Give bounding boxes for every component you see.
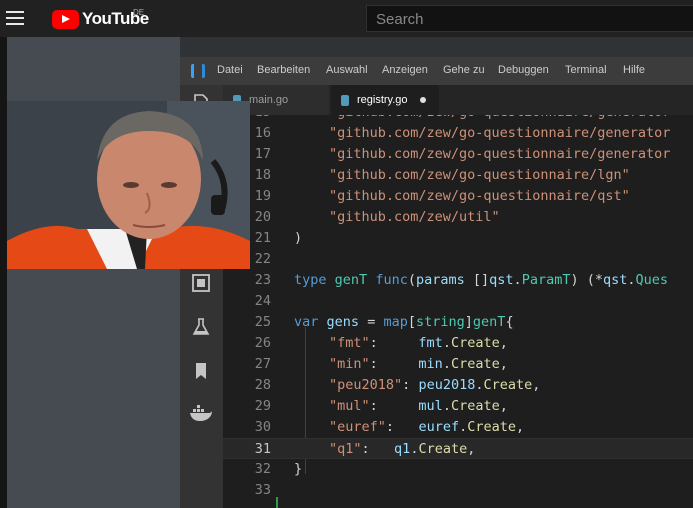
- search-input[interactable]: Search: [366, 5, 693, 32]
- line-number: 27: [254, 356, 271, 372]
- code-text: }: [294, 461, 303, 477]
- editor-tabs: main.go registry.go: [223, 85, 693, 115]
- code-line[interactable]: 27 "min": min.Create,: [223, 354, 693, 375]
- line-number: 25: [254, 314, 271, 330]
- code-line[interactable]: 25 var gens = map[string]genT{: [223, 312, 693, 333]
- code-text: "github.com/zew/go-questionnaire/qst": [329, 188, 630, 204]
- line-number: 31: [254, 441, 271, 457]
- presenter-photo: [7, 101, 250, 269]
- code-line[interactable]: 30 "euref": euref.Create,: [223, 417, 693, 438]
- menu-bar: Datei Bearbeiten Auswahl Anzeigen Gehe z…: [180, 57, 693, 85]
- code-text: "github.com/zew/go-questionnaire/generat…: [329, 146, 671, 162]
- code-line[interactable]: 26 "fmt": fmt.Create,: [223, 333, 693, 354]
- unsaved-dot-icon[interactable]: [419, 97, 426, 103]
- code-line[interactable]: 24: [223, 291, 693, 312]
- menu-gehe-zu[interactable]: Gehe zu: [443, 64, 485, 76]
- vscode-window: Datei Bearbeiten Auswahl Anzeigen Gehe z…: [180, 57, 693, 508]
- code-text: "min": min.Create,: [329, 356, 508, 372]
- code-line[interactable]: 21): [223, 228, 693, 249]
- code-text: var gens = map[string]genT{: [294, 314, 514, 330]
- vscode-logo-icon: [191, 64, 205, 78]
- code-line[interactable]: 31 "q1": q1.Create,: [223, 438, 693, 459]
- code-text: "github.com/zew/go-questionnaire/generat…: [329, 125, 671, 141]
- code-line[interactable]: 18 "github.com/zew/go-questionnaire/lgn": [223, 165, 693, 186]
- code-line[interactable]: 16 "github.com/zew/go-questionnaire/gener…: [223, 123, 693, 144]
- code-text: "peu2018": peu2018.Create,: [329, 377, 541, 393]
- video-player[interactable]: Datei Bearbeiten Auswahl Anzeigen Gehe z…: [0, 37, 693, 508]
- menu-anzeigen[interactable]: Anzeigen: [382, 64, 428, 76]
- code-text: "mul": mul.Create,: [329, 398, 508, 414]
- code-text: "github.com/zew/go-questionnaire/lgn": [329, 167, 630, 183]
- youtube-header: YouTube DE Search: [0, 0, 693, 37]
- code-line[interactable]: 15"github.com/zew/go-questionnaire/gener…: [223, 115, 693, 123]
- line-number: 24: [254, 293, 271, 309]
- go-file-icon: [341, 94, 349, 106]
- line-number: 32: [254, 461, 271, 477]
- code-text: "euref": euref.Create,: [329, 419, 525, 435]
- code-line[interactable]: 23 type genT func(params []qst.ParamT) (*…: [223, 270, 693, 291]
- tab-registry-go[interactable]: registry.go: [331, 85, 439, 115]
- menu-debuggen[interactable]: Debuggen: [498, 64, 549, 76]
- tab-label: registry.go: [357, 94, 408, 106]
- code-line[interactable]: 28 "peu2018": peu2018.Create,: [223, 375, 693, 396]
- webcam-overlay: [7, 101, 250, 269]
- code-line[interactable]: 20 "github.com/zew/util": [223, 207, 693, 228]
- menu-bearbeiten[interactable]: Bearbeiten: [257, 64, 310, 76]
- menu-hilfe[interactable]: Hilfe: [623, 64, 645, 76]
- code-text: "q1": q1.Create,: [329, 441, 476, 457]
- line-number: 28: [254, 377, 271, 393]
- code-text: "fmt": fmt.Create,: [329, 335, 508, 351]
- search-placeholder: Search: [376, 11, 424, 28]
- code-line[interactable]: 32}: [223, 459, 693, 480]
- extensions-icon[interactable]: [191, 273, 211, 293]
- bookmark-icon[interactable]: [191, 361, 211, 381]
- menu-icon[interactable]: [6, 11, 24, 25]
- menu-datei[interactable]: Datei: [217, 64, 243, 76]
- line-number: 30: [254, 419, 271, 435]
- region-code: DE: [133, 8, 145, 17]
- code-text: "github.com/zew/go-questionnaire/generat…: [329, 115, 670, 123]
- code-line[interactable]: 33: [223, 480, 693, 501]
- code-editor[interactable]: 15"github.com/zew/go-questionnaire/gener…: [223, 115, 693, 508]
- tab-label: main.go: [249, 94, 289, 106]
- docker-icon[interactable]: [189, 403, 213, 423]
- menu-auswahl[interactable]: Auswahl: [326, 64, 368, 76]
- line-number: 26: [254, 335, 271, 351]
- code-text: type genT func(params []qst.ParamT) (*qs…: [294, 272, 669, 288]
- line-number: 23: [254, 272, 271, 288]
- room-background-top: [180, 37, 693, 57]
- code-line[interactable]: 19 "github.com/zew/go-questionnaire/qst": [223, 186, 693, 207]
- line-number: 33: [254, 482, 271, 498]
- code-text: "github.com/zew/util": [329, 209, 500, 225]
- test-flask-icon[interactable]: [191, 317, 211, 337]
- code-line[interactable]: 17 "github.com/zew/go-questionnaire/gener…: [223, 144, 693, 165]
- code-line[interactable]: 22: [223, 249, 693, 270]
- line-number: 29: [254, 398, 271, 414]
- code-text: ): [294, 230, 303, 246]
- menu-terminal[interactable]: Terminal: [565, 64, 607, 76]
- code-line[interactable]: 29 "mul": mul.Create,: [223, 396, 693, 417]
- youtube-play-icon: [52, 9, 79, 29]
